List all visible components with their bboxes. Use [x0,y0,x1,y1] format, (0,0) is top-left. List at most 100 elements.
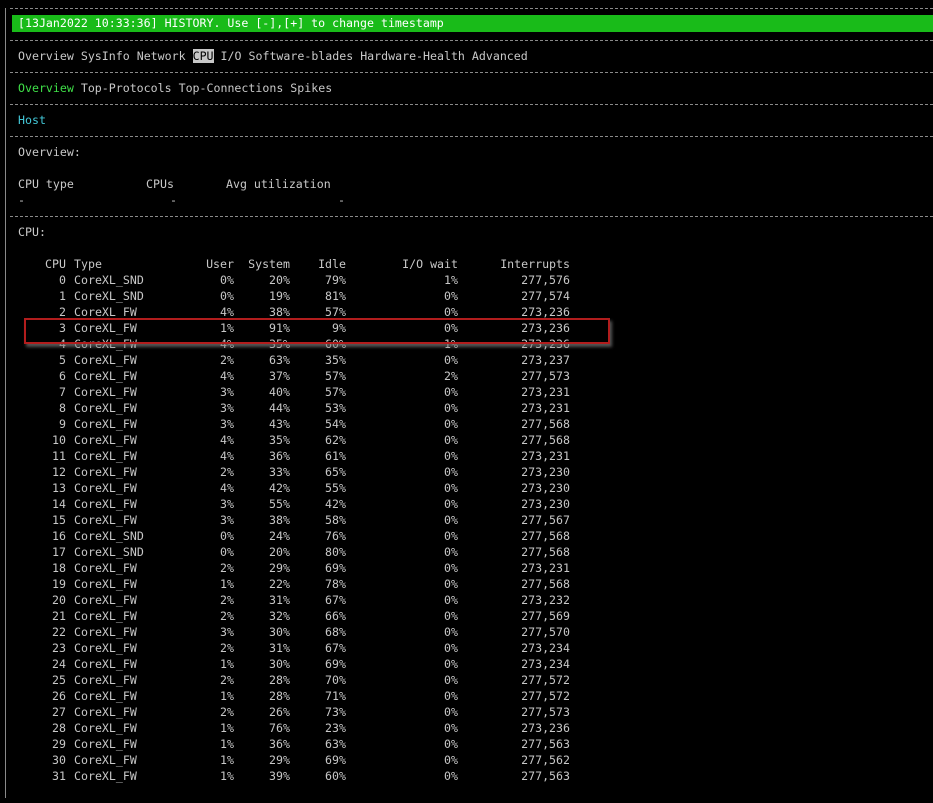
cell-system: 76% [269,721,290,735]
cell-type: CoreXL_FW [74,449,137,463]
cell-interrupts: 273,232 [521,593,570,607]
cell-io-wait: 2% [444,369,458,383]
cell-cpu: 28 [52,721,66,735]
menu-item-hardware-health[interactable]: Hardware-Health [360,49,465,63]
cell-interrupts: 277,574 [521,289,570,303]
highlight-box [24,318,610,344]
menu-item-software-blades[interactable]: Software-blades [249,49,354,63]
cell-system: 36% [269,737,290,751]
submenu-item-top-protocols[interactable]: Top-Protocols [81,81,172,95]
divider-status [10,40,933,41]
cell-cpu: 25 [52,673,66,687]
cell-interrupts: 277,563 [521,769,570,783]
cell-system: 20% [269,545,290,559]
cell-idle: 69% [325,561,346,575]
cell-idle: 54% [325,417,346,431]
cell-io-wait: 0% [444,769,458,783]
cell-type: CoreXL_FW [74,721,137,735]
col-header-io-wait: I/O wait [402,257,458,271]
cell-system: 28% [269,689,290,703]
cell-system: 37% [269,369,290,383]
cell-idle: 53% [325,401,346,415]
cell-type: CoreXL_SND [74,529,144,543]
cell-system: 63% [269,353,290,367]
cell-idle: 81% [325,289,346,303]
cell-type: CoreXL_FW [74,561,137,575]
submenu-item-overview[interactable]: Overview [18,81,74,95]
cell-cpu: 24 [52,657,66,671]
cell-interrupts: 277,573 [521,705,570,719]
cell-idle: 23% [325,721,346,735]
cell-type: CoreXL_FW [74,705,137,719]
cell-user: 2% [220,593,234,607]
cell-type: CoreXL_FW [74,497,137,511]
cell-type: CoreXL_FW [74,673,137,687]
cell-system: 39% [269,769,290,783]
cell-io-wait: 0% [444,289,458,303]
cell-system: 35% [269,433,290,447]
menu-item-cpu[interactable]: CPU [192,49,214,63]
cell-io-wait: 0% [444,481,458,495]
cell-cpu: 6 [59,369,66,383]
cell-type: CoreXL_FW [74,369,137,383]
cell-idle: 79% [325,273,346,287]
cell-type: CoreXL_FW [74,433,137,447]
cell-idle: 60% [325,769,346,783]
cell-idle: 78% [325,577,346,591]
cell-io-wait: 0% [444,529,458,543]
cell-user: 1% [220,689,234,703]
cell-io-wait: 0% [444,577,458,591]
cell-cpu: 7 [59,385,66,399]
cell-idle: 67% [325,593,346,607]
cell-cpu: 17 [52,545,66,559]
menu-item-network[interactable]: Network [137,49,186,63]
cell-user: 1% [220,753,234,767]
cell-user: 1% [220,737,234,751]
cell-interrupts: 273,231 [521,401,570,415]
cell-type: CoreXL_FW [74,481,137,495]
cell-interrupts: 277,569 [521,609,570,623]
cell-system: 29% [269,561,290,575]
menu-item-sysinfo[interactable]: SysInfo [81,49,130,63]
cell-user: 3% [220,497,234,511]
cell-idle: 62% [325,433,346,447]
cell-idle: 71% [325,689,346,703]
cell-interrupts: 273,237 [521,353,570,367]
cell-idle: 58% [325,513,346,527]
divider-menu [10,72,933,73]
menu-item-i-o[interactable]: I/O [221,49,242,63]
cell-io-wait: 0% [444,625,458,639]
cell-io-wait: 0% [444,497,458,511]
cell-system: 33% [269,465,290,479]
submenu-item-spikes[interactable]: Spikes [290,81,332,95]
cell-interrupts: 273,236 [521,721,570,735]
cell-system: 24% [269,529,290,543]
cell-cpu: 22 [52,625,66,639]
overview-value-cpu-type: - [18,193,25,207]
cell-type: CoreXL_SND [74,273,144,287]
cell-interrupts: 273,230 [521,481,570,495]
cell-type: CoreXL_FW [74,401,137,415]
cell-idle: 69% [325,657,346,671]
cell-idle: 42% [325,497,346,511]
cell-user: 3% [220,625,234,639]
cell-system: 29% [269,753,290,767]
cell-interrupts: 273,231 [521,561,570,575]
cell-io-wait: 0% [444,673,458,687]
cell-idle: 67% [325,641,346,655]
menu-item-overview[interactable]: Overview [18,49,74,63]
cell-interrupts: 277,562 [521,753,570,767]
cell-cpu: 20 [52,593,66,607]
cell-user: 2% [220,465,234,479]
cell-cpu: 9 [59,417,66,431]
cell-io-wait: 0% [444,513,458,527]
cell-idle: 66% [325,609,346,623]
cell-idle: 57% [325,385,346,399]
cell-io-wait: 0% [444,753,458,767]
cell-interrupts: 273,230 [521,497,570,511]
cell-type: CoreXL_FW [74,769,137,783]
menu-item-advanced[interactable]: Advanced [472,49,528,63]
cell-cpu: 15 [52,513,66,527]
submenu-item-top-connections[interactable]: Top-Connections [179,81,284,95]
host-tab[interactable]: Host [18,112,46,128]
